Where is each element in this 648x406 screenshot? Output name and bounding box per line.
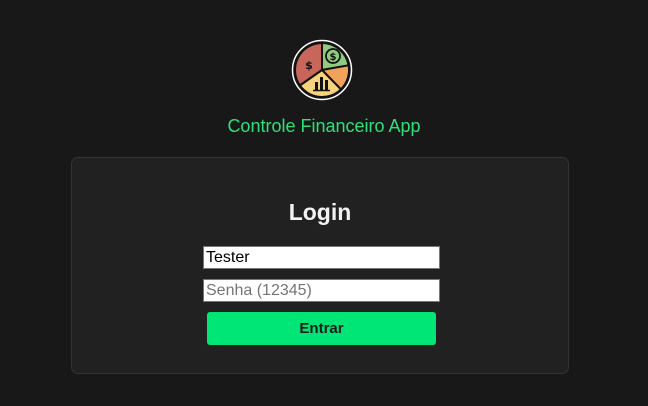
login-page: $ $ Controle Financeiro App Login Entrar bbox=[0, 0, 648, 406]
finance-pie-chart-icon: $ $ bbox=[291, 39, 353, 101]
svg-text:$: $ bbox=[330, 52, 337, 63]
login-button[interactable]: Entrar bbox=[207, 312, 436, 345]
username-field[interactable] bbox=[203, 246, 440, 269]
password-field[interactable] bbox=[203, 279, 440, 302]
login-card: Login Entrar bbox=[71, 157, 569, 374]
svg-text:$: $ bbox=[305, 59, 313, 72]
login-heading: Login bbox=[288, 199, 352, 225]
app-title: Controle Financeiro App bbox=[227, 116, 421, 136]
